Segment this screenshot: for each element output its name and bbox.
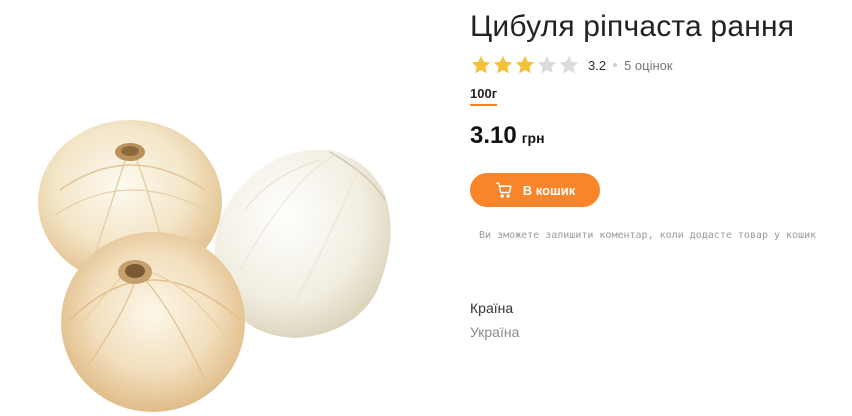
product-price: 3.10 грн: [470, 122, 545, 150]
price-value: 3.10: [470, 122, 517, 149]
weight-option[interactable]: 100г: [470, 86, 498, 106]
star-icon: [470, 54, 492, 76]
product-rating[interactable]: 3.2 5 оцінок: [470, 54, 673, 76]
price-unit: грн: [521, 130, 545, 146]
attribute-country-value: Україна: [470, 324, 520, 340]
onion-front: [61, 232, 245, 412]
add-to-cart-label: В кошик: [522, 182, 576, 198]
star-icon: [492, 54, 514, 76]
attribute-country-label: Країна: [470, 300, 514, 316]
product-title: Цибуля ріпчаста рання: [470, 10, 795, 43]
add-to-cart-button[interactable]: В кошик: [470, 173, 600, 207]
cart-icon: [495, 181, 513, 199]
rating-value: 3.2: [588, 57, 607, 73]
product-image: [30, 120, 400, 416]
star-icon: [558, 54, 580, 76]
comment-note: Ви зможете залишити коментар, коли додас…: [479, 230, 817, 241]
separator-dot: [613, 63, 618, 67]
rating-count[interactable]: 5 оцінок: [624, 58, 673, 73]
onion-image: [38, 120, 391, 412]
star-icon: [514, 54, 536, 76]
star-icon: [536, 54, 558, 76]
